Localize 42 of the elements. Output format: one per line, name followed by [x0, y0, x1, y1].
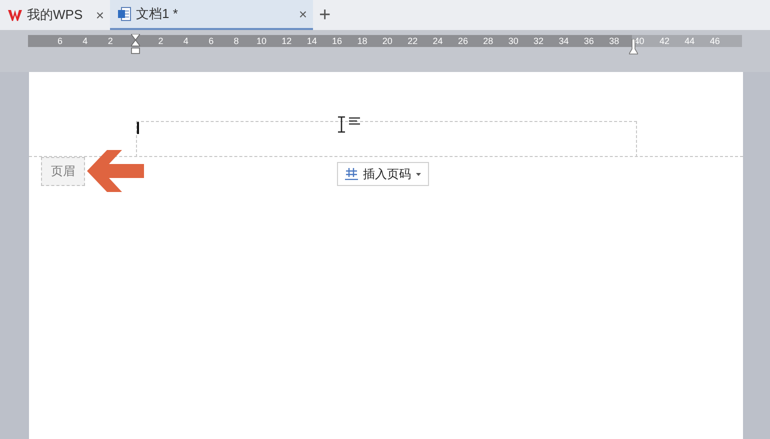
caret-icon	[416, 172, 421, 176]
ruler-number: 32	[532, 35, 545, 47]
close-icon[interactable]: ×	[298, 6, 307, 22]
tab[interactable]: 文档1 * ×	[110, 0, 313, 30]
ruler-number: 8	[232, 35, 240, 47]
ruler-number: 20	[381, 35, 394, 47]
ruler-number: 28	[482, 35, 494, 47]
logo-icon	[8, 10, 22, 20]
indent-marker-icon[interactable]	[130, 34, 140, 54]
ruler-number: 36	[582, 35, 595, 47]
close-icon[interactable]: ×	[96, 7, 104, 23]
ruler-number: 12	[280, 35, 293, 47]
ruler-number: 16	[331, 35, 344, 47]
text-cursor	[137, 122, 139, 134]
header-label: 页眉	[41, 157, 85, 186]
ruler-number: 2	[106, 35, 114, 47]
ruler-number: 22	[406, 35, 419, 47]
ruler-number: 24	[432, 35, 444, 47]
ruler-number: 46	[708, 35, 721, 47]
ruler-number: 10	[255, 35, 268, 47]
ruler-number: 2	[157, 35, 164, 47]
ruler-number: 4	[182, 35, 190, 47]
tab[interactable]: 我的WPS ×	[0, 0, 110, 30]
ruler-number: 30	[507, 35, 520, 47]
ruler-number: 44	[684, 35, 696, 47]
paragraph-mark-icon	[349, 117, 360, 125]
ruler-number: 6	[208, 35, 215, 47]
ruler-number: 4	[82, 35, 89, 47]
ruler-number: 34	[558, 35, 570, 47]
ruler-number: 38	[608, 35, 620, 47]
ruler-number: 42	[658, 35, 670, 47]
ruler-number: 18	[356, 35, 368, 47]
document-icon	[118, 7, 131, 21]
insert-page-number-button[interactable]: 插入页码	[337, 162, 429, 186]
text-cursor-icon	[337, 116, 346, 133]
ruler-number: 40	[633, 35, 646, 47]
ruler-number: 14	[306, 35, 318, 47]
arrow-icon	[87, 150, 144, 192]
ruler-number: 6	[56, 35, 64, 47]
new-tab-button[interactable]: +	[313, 4, 337, 26]
ruler-number: 26	[456, 35, 469, 47]
page-number-icon	[345, 168, 358, 180]
